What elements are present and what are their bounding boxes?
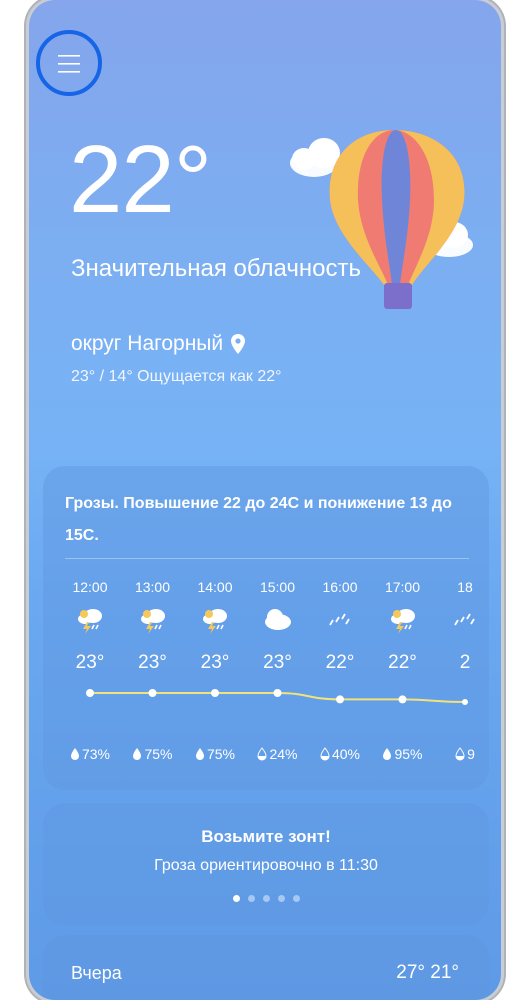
hour-time: 16:00: [322, 579, 358, 595]
hour-time: 17:00: [384, 579, 421, 595]
raindrop-icon: [195, 748, 204, 760]
hourly-forecast-card[interactable]: Грозы. Повышение 22 до 24С и понижение 1…: [43, 466, 489, 790]
precipitation-value: 40%: [331, 746, 361, 762]
yesterday-card[interactable]: Вчера 27° 21°: [43, 935, 489, 1000]
temperature-point: [273, 689, 282, 697]
advice-title: Возьмите зонт!: [201, 827, 331, 846]
temperature-trend-line: [86, 689, 468, 705]
hour-precipitation: 95%: [371, 746, 435, 762]
hour-icon-wrap: [121, 598, 185, 642]
hour-icon-wrap: [371, 598, 435, 642]
menu-button[interactable]: [52, 49, 86, 79]
thunderstorm-icon: [390, 609, 415, 634]
precipitation-value: 75%: [144, 746, 173, 762]
hour-temperature: 23°: [263, 652, 292, 673]
hourly-item: 13:00 23°: [121, 576, 185, 678]
hour-precipitation: 40%: [308, 746, 372, 762]
balloon-basket: [384, 283, 412, 309]
hour-time: 14:00: [197, 579, 233, 595]
hour-precipitation: 9: [433, 746, 489, 762]
precipitation-value: 73%: [81, 746, 111, 762]
divider: [65, 558, 469, 559]
raindrop-icon: [455, 747, 465, 761]
temperature-point: [336, 695, 344, 704]
hour-precipitation: 24%: [246, 746, 310, 762]
hour-icon-wrap: [433, 598, 489, 642]
thunderstorm-icon: [203, 609, 227, 634]
hour-precipitation: 75%: [121, 746, 185, 762]
raindrop-icon: [133, 748, 142, 760]
rain-icon: [329, 613, 350, 626]
hour-time: 12:00: [72, 579, 108, 595]
thunderstorm-icon: [78, 609, 102, 634]
precipitation-value: 95%: [394, 746, 423, 762]
thunderstorm-icon: [140, 609, 165, 634]
raindrop-icon: [383, 748, 392, 760]
yesterday-label: Вчера: [71, 963, 122, 983]
cloud-left-icon: [290, 138, 340, 177]
precipitation-value: 75%: [206, 746, 236, 762]
page-indicator: [43, 895, 489, 902]
current-temperature: 22°: [69, 126, 212, 233]
temperature-point: [148, 689, 157, 697]
raindrop-icon: [257, 747, 267, 761]
page-dot[interactable]: [232, 895, 240, 902]
page-dot[interactable]: [277, 895, 285, 902]
hour-temperature: 22°: [325, 652, 355, 673]
raindrop-icon: [320, 747, 330, 761]
temperature-point: [462, 699, 468, 705]
hour-time: 15:00: [259, 579, 296, 595]
hourly-item: 14:00 23°: [183, 576, 247, 678]
weather-condition: Значительная облачность: [71, 255, 361, 282]
location-name: округ Нагорный: [71, 332, 224, 355]
temp-range-feels-like: 23° / 14° Ощущается как 22°: [71, 368, 282, 385]
yesterday-temps: 27° 21°: [396, 962, 459, 983]
hour-time: 13:00: [134, 579, 171, 595]
location-pin-icon: [231, 334, 246, 354]
precipitation-value: 9: [467, 746, 475, 762]
hourly-item: 16:00 22°: [308, 576, 372, 678]
page-dot[interactable]: [247, 895, 255, 902]
precipitation-value: 24%: [269, 746, 298, 762]
location-row[interactable]: округ Нагорный: [71, 332, 246, 356]
advice-text: Гроза ориентировочно в 11:30: [154, 857, 378, 874]
temperature-point: [398, 695, 407, 704]
hour-icon-wrap: [183, 598, 247, 642]
advice-card[interactable]: Возьмите зонт! Гроза ориентировочно в 11…: [43, 803, 489, 925]
hour-temperature: 23°: [200, 652, 230, 673]
hour-time: 18: [457, 579, 473, 595]
raindrop-icon: [70, 748, 79, 760]
page-dot[interactable]: [262, 895, 270, 902]
rain-icon: [454, 613, 475, 626]
temperature-point: [86, 689, 94, 697]
hour-icon-wrap: [246, 598, 310, 642]
weather-screen: 22° Значительная облачность округ Нагорн…: [29, 0, 501, 1000]
hamburger-menu-icon: [58, 55, 80, 73]
hour-icon-wrap: [58, 598, 122, 642]
hour-temperature: 2: [459, 652, 471, 673]
hour-temperature: 22°: [388, 652, 417, 673]
hourly-item: 18 2: [433, 576, 489, 678]
temperature-point: [211, 689, 219, 697]
hour-precipitation: 75%: [183, 746, 247, 762]
hour-temperature: 23°: [138, 652, 167, 673]
cloud-icon: [264, 609, 291, 630]
hour-precipitation: 73%: [58, 746, 122, 762]
hot-air-balloon-illustration: [290, 130, 473, 309]
forecast-summary: Грозы. Повышение 22 до 24С и понижение 1…: [65, 495, 452, 544]
page-dot[interactable]: [292, 895, 300, 902]
hour-temperature: 23°: [75, 652, 105, 673]
hourly-item: 15:00 23°: [246, 576, 310, 678]
hourly-item: 12:00 23°: [58, 576, 122, 678]
hourly-item: 17:00 22°: [371, 576, 435, 678]
hour-icon-wrap: [308, 598, 372, 642]
